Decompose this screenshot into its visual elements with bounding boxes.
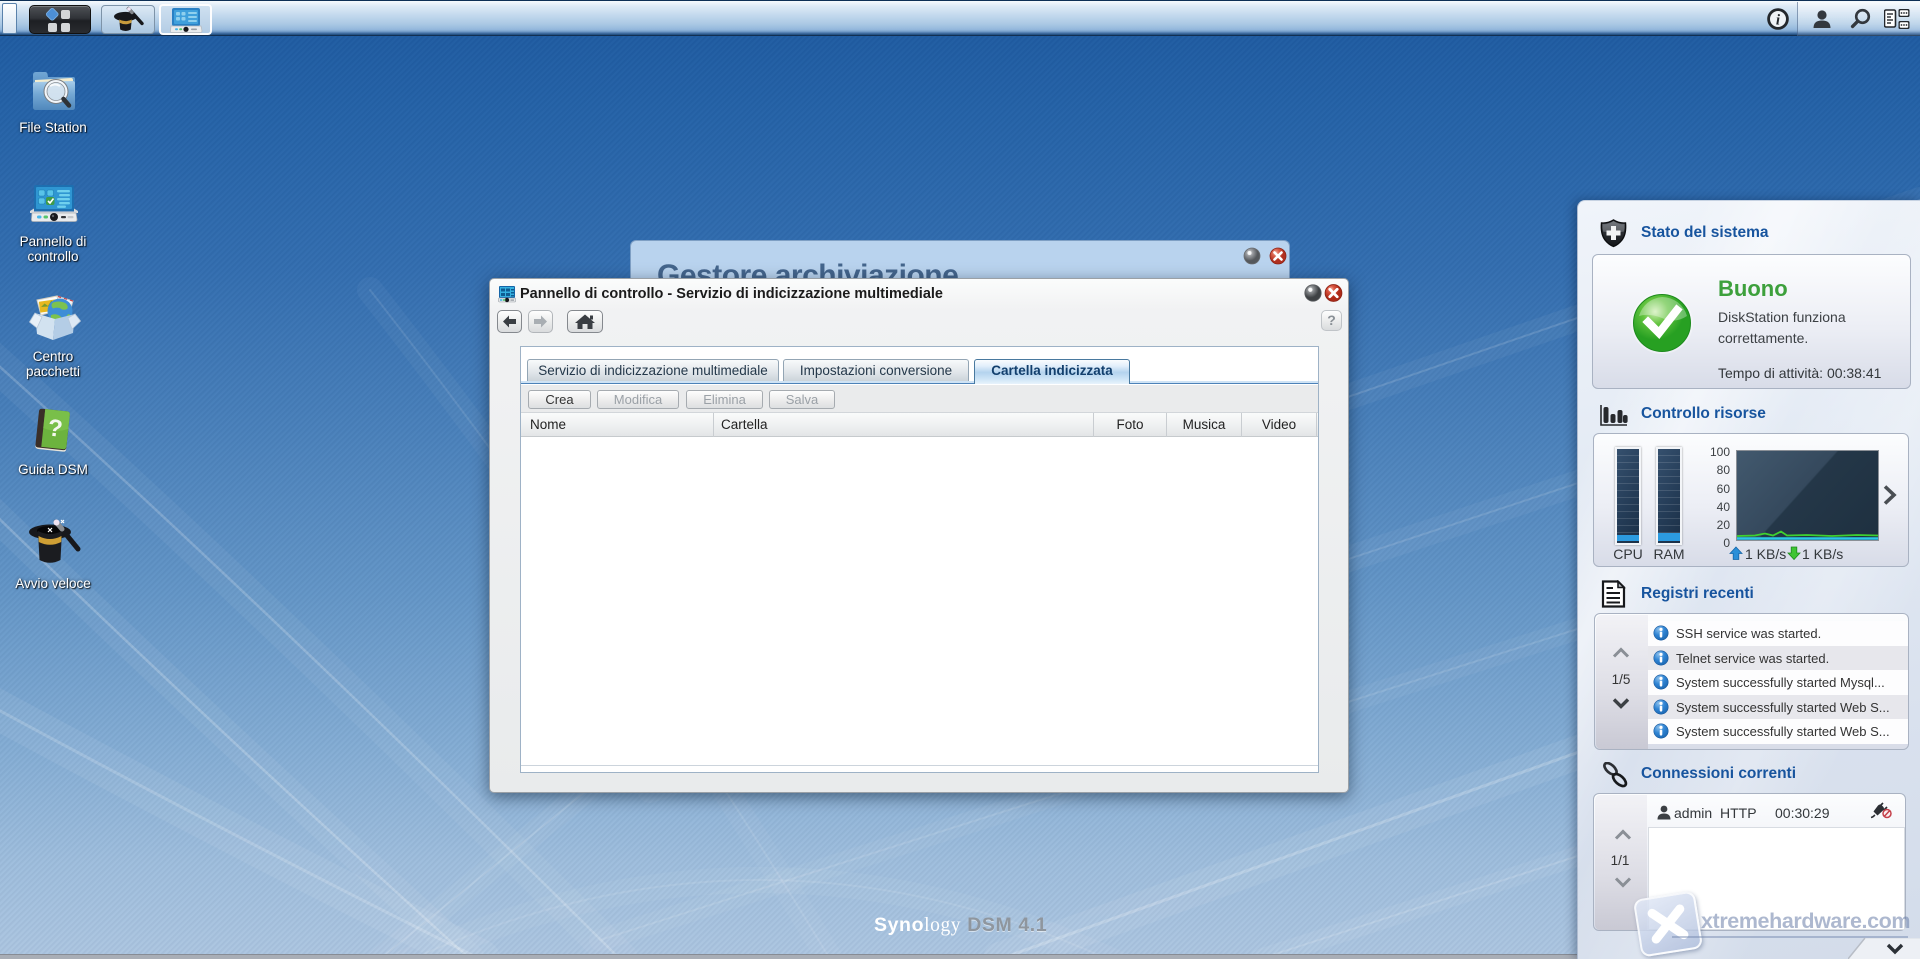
svg-text:?: ? [47, 415, 64, 443]
